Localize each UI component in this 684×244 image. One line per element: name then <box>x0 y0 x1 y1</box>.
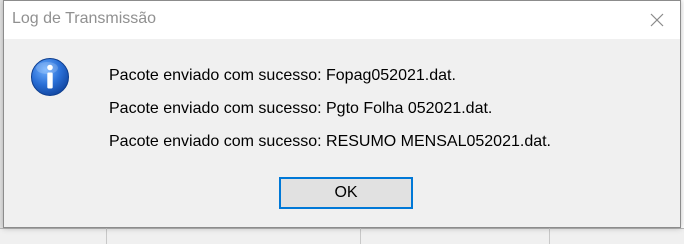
dialog-title: Log de Transmissão <box>12 10 157 27</box>
dialog-body: Pacote enviado com sucesso: Fopag052021.… <box>4 39 680 227</box>
message-line: Pacote enviado com sucesso: Fopag052021.… <box>109 67 456 84</box>
message-line: Pacote enviado com sucesso: RESUMO MENSA… <box>109 133 551 150</box>
information-icon <box>31 58 69 96</box>
message-line: Pacote enviado com sucesso: Pgto Folha 0… <box>109 100 493 117</box>
ok-button[interactable]: OK <box>279 177 413 209</box>
background-divider <box>549 228 550 244</box>
background-window <box>0 228 684 244</box>
screen: Log de Transmissão Pacote enviado com su… <box>0 0 684 244</box>
message-list: Pacote enviado com sucesso: Fopag052021.… <box>109 66 551 165</box>
message-dialog: Log de Transmissão Pacote enviado com su… <box>3 0 681 228</box>
background-divider <box>360 228 361 244</box>
close-button[interactable] <box>634 1 680 39</box>
dialog-titlebar[interactable]: Log de Transmissão <box>4 1 680 39</box>
background-divider <box>106 228 107 244</box>
close-icon <box>650 13 664 27</box>
